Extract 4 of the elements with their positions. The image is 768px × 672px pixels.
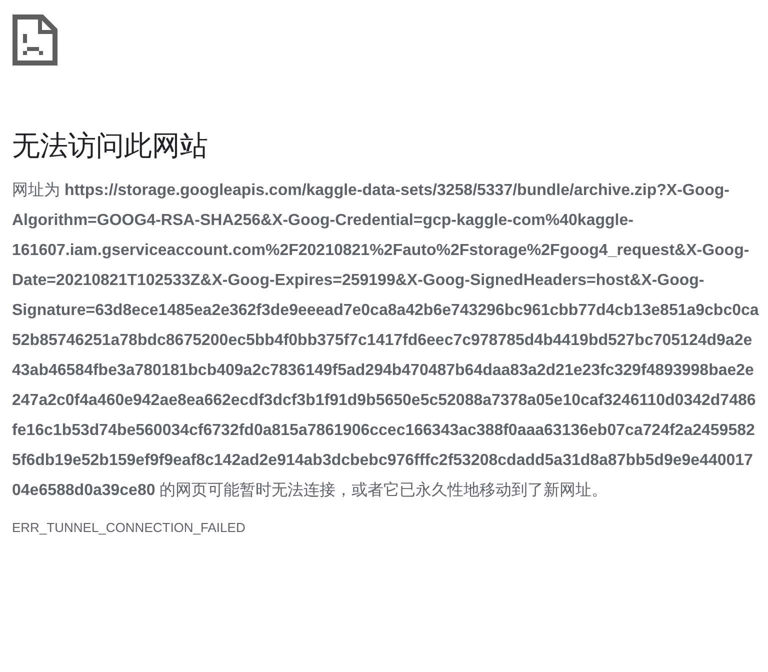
- error-heading: 无法访问此网站: [12, 129, 209, 163]
- error-message: 网址为 https://storage.googleapis.com/kaggle-data-sets/3258/5337/bundle/archive.zip?X-Goog-Algorithm=GOOG4-RSA-SHA256&X-Goog-Credential=gcp-kaggle-com%40kaggle-161607.iam.gserviceaccount.com%2F20210821%2Fauto%2Fstorage%2Fgoog4_request&X-Goog-Date=20210821T102533Z&X-Goog-Expires=259199&X-Goog-SignedHeaders=host&X-Goog-Signature=63d8ece1485ea2e362f3de9eeead7e0ca8a42b6e743296bc961cbb77d4cb13e851a9cbc0ca52b85746251a78bdc8675200ec5bb4f0bb375f7c1417fd6eec7c978785d4b4419bd527bc705124d9a2e43ab46584fbe3a780181bcb409a2c7836149f5ad294b470487b64daa83a2d21e23fc329f4893998bae2e247a2c0f4a460e942ae8ea662ecdf3dcf3b1f91d9b5650e5c52088a7378a05e10caf3246110d0342d7486fe16c1b53d74be560034cf6732fd0a815a7861906ccec166343ac388f0aaa63136eb07ca724f2a24595825f6db19e52b159ef9f9eaf8c142ad2e914ab3dcbebc976fffc2f53208cdadd5a31d8a87bb5d9e9e44001704e6588d0a39ce80 的网页可能暂时无法连接，或者它已永久性地移动到了新网址。: [12, 180, 760, 501]
- error-code: ERR_TUNNEL_CONNECTION_FAILED: [12, 520, 246, 535]
- sad-page-icon: [12, 14, 58, 66]
